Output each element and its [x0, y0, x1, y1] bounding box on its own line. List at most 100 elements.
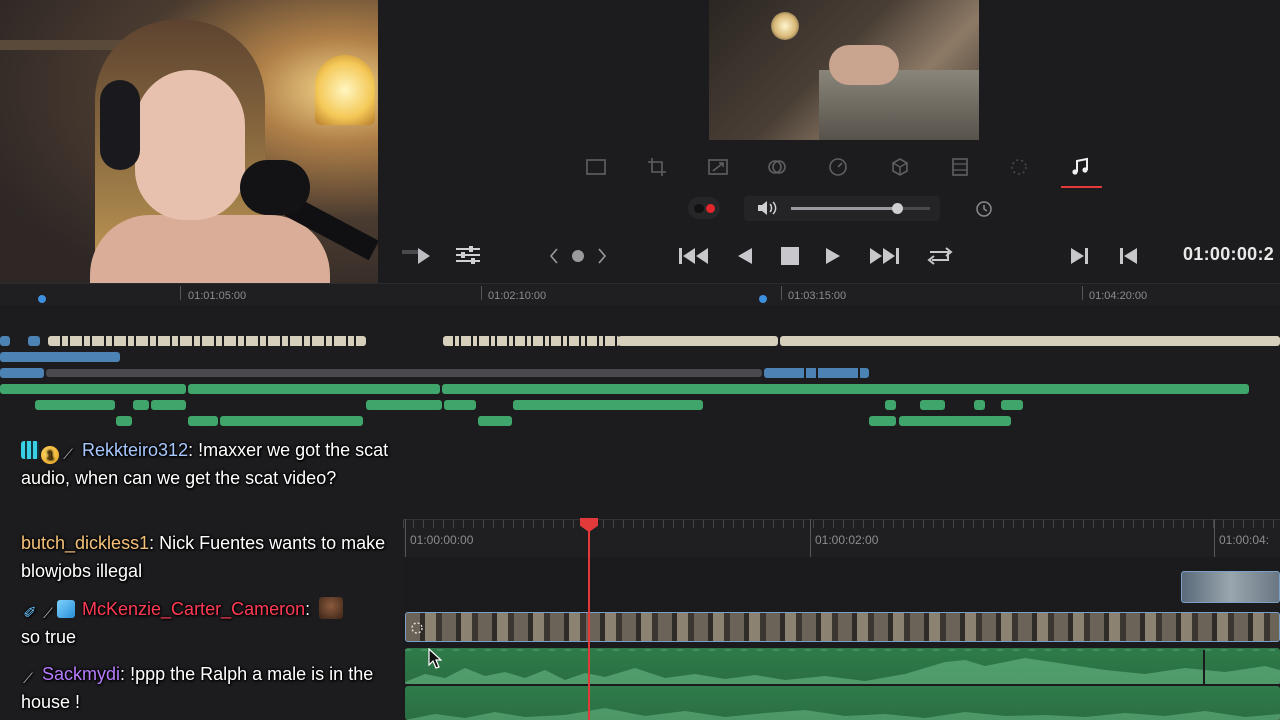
crop-icon[interactable]	[642, 152, 672, 182]
webcam-lamp	[315, 55, 375, 125]
audio-clip[interactable]	[899, 416, 1011, 426]
ruler-label: 01:04:20:00	[1089, 290, 1148, 302]
video-clip[interactable]	[780, 336, 1280, 346]
composite-icon[interactable]	[762, 152, 792, 182]
editor-window: 01:00:00:2 01:01:05:00 01:02:10:00 01:03…	[0, 0, 1280, 720]
audio-icon[interactable]	[1065, 152, 1095, 182]
chat-username: Rekkteiro312	[82, 440, 189, 460]
volume-slider-fill	[791, 207, 897, 210]
coin-badge-icon: 1	[41, 446, 59, 464]
pen-badge-icon: ⟋	[23, 670, 33, 686]
audio-clip-waveform-2[interactable]	[405, 686, 1280, 720]
audio-clip[interactable]	[133, 400, 149, 410]
audio-clip[interactable]	[1001, 400, 1023, 410]
audio-clip[interactable]	[116, 416, 132, 426]
prev-keyframe-icon[interactable]	[546, 246, 562, 266]
audio-clip[interactable]	[35, 400, 115, 410]
chat-username: butch_dickless1	[21, 533, 150, 553]
mouse-cursor-icon	[428, 648, 442, 669]
chat-username: Sackmydi	[42, 664, 121, 684]
go-to-start-icon[interactable]	[676, 244, 712, 268]
record-dot-icon	[706, 204, 715, 213]
chat-separator: :	[188, 440, 199, 460]
settings-sliders-icon[interactable]	[454, 244, 482, 266]
stabilization-icon[interactable]	[885, 152, 915, 182]
audio-clip[interactable]	[513, 400, 703, 410]
clip-fx-icon	[409, 620, 425, 636]
next-keyframe-icon[interactable]	[594, 246, 610, 266]
video-clip[interactable]	[0, 368, 44, 378]
active-tool-indicator	[1061, 186, 1102, 188]
audio-clip[interactable]	[188, 416, 218, 426]
chat-message: 1 ⟋ Rekkteiro312: !maxxer we got the scat…	[21, 436, 403, 492]
dynamic-zoom-icon[interactable]	[703, 152, 733, 182]
ruler-tick	[481, 286, 482, 300]
audio-clip[interactable]	[220, 416, 363, 426]
audio-clip[interactable]	[478, 416, 512, 426]
audio-clip[interactable]	[0, 384, 186, 394]
audio-clip[interactable]	[885, 400, 896, 410]
volume-slider-handle[interactable]	[892, 203, 903, 214]
viewer-preview[interactable]	[709, 0, 979, 140]
webcam-overlay	[0, 0, 378, 293]
lens-correction-icon[interactable]	[945, 152, 975, 182]
audio-clip[interactable]	[151, 400, 186, 410]
audio-clip[interactable]	[869, 416, 896, 426]
pen-badge-icon: ⟋	[43, 605, 53, 621]
ruler-tick	[1214, 519, 1215, 557]
preview-lamp	[771, 12, 799, 40]
playhead-line[interactable]	[588, 524, 590, 720]
ruler-label: 01:02:10:00	[488, 290, 547, 302]
video-clip[interactable]	[764, 368, 869, 378]
ruler-tick	[180, 286, 181, 300]
play-icon[interactable]	[822, 244, 844, 268]
audio-clip[interactable]	[920, 400, 945, 410]
audio-clip[interactable]	[444, 400, 476, 410]
video-clip[interactable]	[443, 336, 620, 346]
record-toggle[interactable]	[688, 197, 720, 219]
retime-icon[interactable]	[1004, 152, 1034, 182]
empty-track-segment	[46, 369, 762, 377]
stop-icon[interactable]	[778, 244, 802, 268]
video-clip[interactable]	[28, 336, 40, 346]
speed-icon[interactable]	[823, 152, 853, 182]
clip-play-icon[interactable]	[400, 244, 434, 268]
audio-clip[interactable]	[974, 400, 985, 410]
chat-message: butch_dickless1: Nick Fuentes wants to m…	[21, 529, 403, 585]
video-clip-filmstrip[interactable]	[405, 612, 1280, 642]
prev-edit-icon[interactable]	[1116, 244, 1142, 268]
next-edit-icon[interactable]	[1066, 244, 1092, 268]
chat-text: !maxxer we got the scat audio, when can …	[21, 440, 389, 488]
chat-message: ✐ ⟋ McKenzie_Carter_Cameron: so true	[21, 595, 403, 651]
transform-icon[interactable]	[581, 152, 611, 182]
ruler-label: 01:00:02:00	[815, 533, 879, 547]
go-to-end-icon[interactable]	[866, 244, 902, 268]
video-clip-thumbnail[interactable]	[1181, 571, 1280, 603]
ruler-label: 01:00:00:00	[410, 533, 474, 547]
video-clip[interactable]	[48, 336, 366, 346]
webcam-microphone	[240, 160, 310, 215]
reset-icon[interactable]	[974, 199, 994, 219]
timecode-display[interactable]: 01:00:00:2	[1183, 244, 1274, 265]
audio-clip-boundary	[1203, 650, 1205, 684]
timeline-marker[interactable]	[759, 295, 767, 303]
record-toggle-track	[694, 204, 704, 213]
play-reverse-icon[interactable]	[734, 244, 756, 268]
audio-clip[interactable]	[366, 400, 442, 410]
audio-clip[interactable]	[188, 384, 440, 394]
video-clip[interactable]	[0, 352, 120, 362]
ruler-tick	[810, 519, 811, 557]
ruler-tick	[1082, 286, 1083, 300]
audio-clip[interactable]	[442, 384, 1249, 394]
audio-clip-waveform[interactable]	[405, 648, 1280, 684]
timeline-marker[interactable]	[38, 295, 46, 303]
ruler-tick	[405, 519, 406, 557]
keyframe-icon[interactable]	[570, 248, 586, 264]
webcam-headphones	[100, 80, 140, 170]
pen-badge-icon: ⟋	[63, 446, 73, 462]
video-clip[interactable]	[0, 336, 10, 346]
video-clip[interactable]	[618, 336, 778, 346]
speaker-icon[interactable]	[756, 199, 778, 217]
cube-badge-icon	[57, 600, 75, 618]
loop-icon[interactable]	[922, 243, 958, 269]
